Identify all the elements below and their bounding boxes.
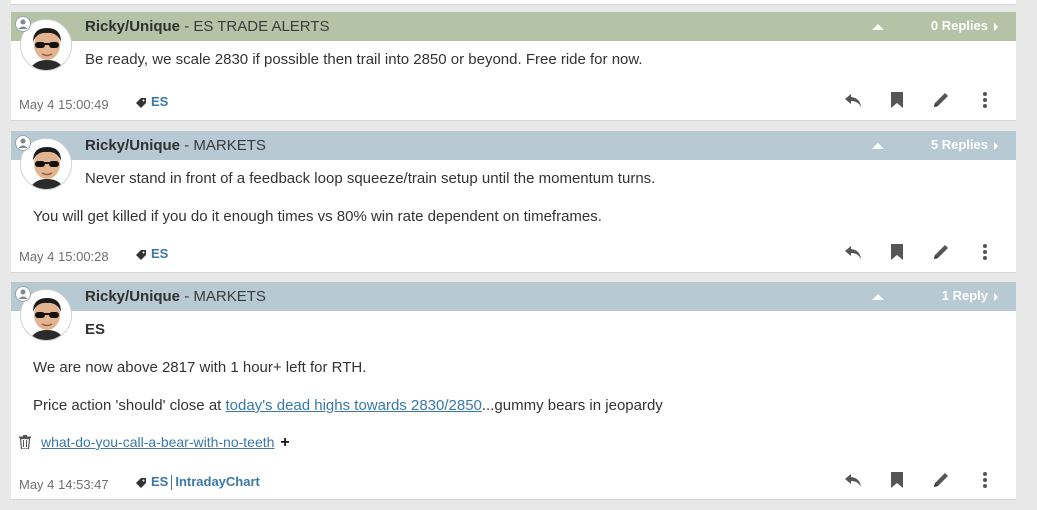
tag-icon (136, 477, 146, 488)
post-author-line: Ricky/Unique - MARKETS (85, 137, 266, 154)
pencil-icon[interactable] (930, 89, 952, 111)
post-body-line: Be ready, we scale 2830 if possible then… (85, 51, 643, 68)
post-timestamp: May 4 15:00:49 (19, 97, 109, 112)
post-actions (842, 241, 1002, 263)
tag-link[interactable]: ES (151, 246, 168, 261)
post-header: Ricky/Unique - MARKETS 5 Replies (11, 131, 1016, 160)
add-attachment-button[interactable]: + (280, 434, 289, 451)
collapse-caret-icon[interactable] (872, 294, 884, 300)
caret-right-icon (994, 141, 998, 150)
post-body-line: Price action 'should' close at today's d… (33, 397, 663, 414)
tag-list: ES (135, 94, 168, 109)
replies-count: 5 Replies (930, 137, 988, 152)
author-name[interactable]: Ricky/Unique (85, 137, 180, 154)
replies-count: 0 Replies (930, 18, 988, 33)
author-name[interactable]: Ricky/Unique (85, 288, 180, 305)
post-timestamp: May 4 15:00:28 (19, 249, 109, 264)
tag-icon (136, 97, 146, 108)
reply-icon[interactable] (842, 89, 864, 111)
channel-name[interactable]: - MARKETS (184, 288, 266, 305)
caret-right-icon (994, 292, 998, 301)
post-author-line: Ricky/Unique - ES TRADE ALERTS (85, 18, 330, 35)
tag-icon (136, 249, 146, 260)
reply-icon[interactable] (842, 241, 864, 263)
tag-list: ES (135, 246, 168, 261)
pencil-icon[interactable] (930, 469, 952, 491)
post-body-line: You will get killed if you do it enough … (33, 208, 602, 225)
post-author-line: Ricky/Unique - MARKETS (85, 288, 266, 305)
tag-list: ES IntradayChart (135, 474, 260, 491)
pencil-icon[interactable] (930, 241, 952, 263)
more-vertical-icon[interactable] (974, 241, 996, 263)
bookmark-icon[interactable] (886, 469, 908, 491)
post-card: Ricky/Unique - MARKETS 5 Replies Never s… (11, 131, 1016, 273)
post-actions (842, 89, 1002, 111)
replies-toggle[interactable]: 1 Reply (942, 288, 998, 303)
bookmark-icon[interactable] (886, 241, 908, 263)
more-vertical-icon[interactable] (974, 469, 996, 491)
body-text: ...gummy bears in jeopardy (481, 397, 663, 414)
attachment-row: what-do-you-call-a-bear-with-no-teeth + (41, 434, 290, 452)
trash-icon[interactable] (19, 435, 31, 449)
caret-right-icon (994, 22, 998, 31)
attachment-link[interactable]: what-do-you-call-a-bear-with-no-teeth (41, 434, 274, 450)
more-vertical-icon[interactable] (974, 89, 996, 111)
tag-link[interactable]: ES (151, 94, 168, 109)
author-name[interactable]: Ricky/Unique (85, 18, 180, 35)
replies-toggle[interactable]: 0 Replies (931, 18, 998, 33)
collapse-caret-icon[interactable] (872, 143, 884, 149)
post-header: Ricky/Unique - MARKETS 1 Reply (11, 282, 1016, 311)
reply-icon[interactable] (842, 469, 864, 491)
post-header: Ricky/Unique - ES TRADE ALERTS 0 Replies (11, 12, 1016, 41)
post-actions (842, 469, 1002, 491)
post-card: Ricky/Unique - ES TRADE ALERTS 0 Replies… (11, 12, 1016, 121)
inline-link[interactable]: today's dead highs towards 2830/2850 (226, 397, 482, 414)
post-body-line: Never stand in front of a feedback loop … (85, 170, 656, 187)
body-text: Price action 'should' close at (33, 397, 226, 414)
post-subheading: ES (85, 321, 106, 338)
tag-link[interactable]: IntradayChart (175, 474, 260, 489)
tag-separator (171, 475, 173, 491)
bookmark-icon[interactable] (886, 89, 908, 111)
user-icon (15, 16, 31, 32)
tag-link[interactable]: ES (151, 474, 168, 489)
channel-name[interactable]: - MARKETS (184, 137, 266, 154)
collapse-caret-icon[interactable] (872, 24, 884, 30)
previous-post-bottom (11, 0, 1016, 5)
channel-name[interactable]: - ES TRADE ALERTS (184, 18, 329, 35)
post-body-line: We are now above 2817 with 1 hour+ left … (33, 359, 367, 376)
replies-toggle[interactable]: 5 Replies (931, 137, 998, 152)
post-card: Ricky/Unique - MARKETS 1 Reply ES We are… (11, 282, 1016, 500)
replies-count: 1 Reply (941, 288, 988, 303)
post-timestamp: May 4 14:53:47 (19, 477, 109, 492)
user-icon (15, 135, 31, 151)
user-icon (15, 286, 31, 302)
